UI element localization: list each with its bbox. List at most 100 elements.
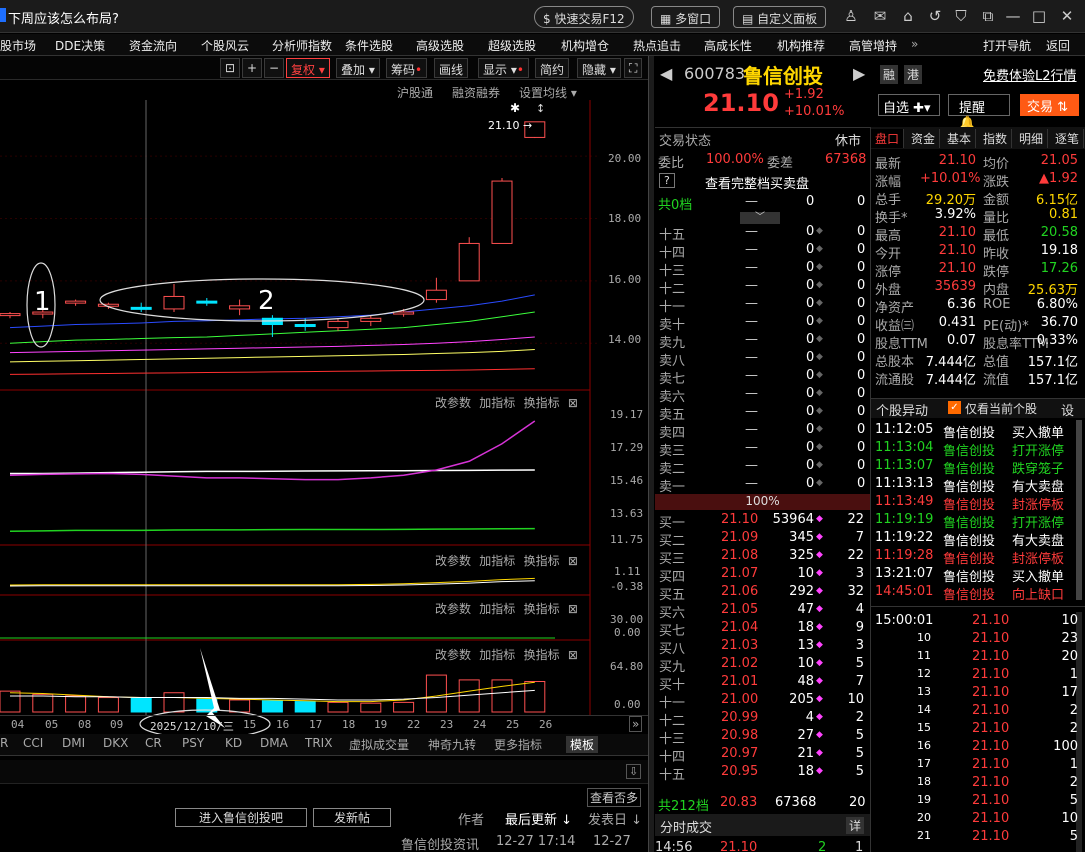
download-icon[interactable]: ⇩	[626, 764, 642, 779]
trade-button[interactable]: 交易 ⇅	[1020, 94, 1079, 116]
enter-bar-button[interactable]: 进入鲁信创投吧	[175, 808, 307, 827]
ind-tab[interactable]: KD	[225, 736, 242, 750]
menu-item[interactable]: DDE决策	[55, 37, 105, 54]
quote-tab[interactable]: 逐笔	[1051, 129, 1085, 148]
fuquan-button[interactable]: 复权 ▾	[286, 58, 330, 78]
menu-item[interactable]: 高级选股	[416, 37, 464, 54]
news-title[interactable]: 鲁信创投资讯	[401, 834, 479, 852]
ind-tab[interactable]: CR	[145, 736, 162, 750]
display-button[interactable]: 显示 ▾•	[478, 58, 529, 78]
close-icon[interactable]: ⊠	[568, 396, 578, 410]
home-icon[interactable]: ⌂	[899, 7, 917, 25]
zoom-out-icon[interactable]: −	[264, 58, 285, 78]
switch-indicator-link[interactable]: 换指标	[524, 396, 560, 410]
event-stock[interactable]: 鲁信创投	[943, 566, 995, 585]
fenshi-detail-button[interactable]: 详	[846, 817, 865, 834]
switch-indicator-link[interactable]: 换指标	[524, 602, 560, 616]
refresh-icon[interactable]: ↺	[926, 7, 944, 25]
add-indicator-link[interactable]: 加指标	[479, 602, 515, 616]
event-stock[interactable]: 鲁信创投	[943, 422, 995, 441]
ind-tab[interactable]: TRIX	[305, 736, 332, 750]
user-icon[interactable]: ♙	[842, 7, 860, 25]
add-indicator-link[interactable]: 加指标	[479, 648, 515, 662]
menu-item[interactable]: 热点追击	[633, 37, 681, 54]
multi-window-button[interactable]: ▦ 多窗口	[651, 6, 721, 28]
next-stock-icon[interactable]: ▶	[853, 64, 865, 83]
quote-tab[interactable]: 盘口	[871, 129, 905, 148]
menu-item[interactable]: 机构增仓	[561, 37, 609, 54]
chouma-button[interactable]: 筹码•	[386, 58, 428, 78]
shirt-icon[interactable]: ⛉	[952, 7, 970, 25]
menu-item[interactable]: 条件选股	[345, 37, 393, 54]
ind-tab[interactable]: R	[0, 736, 8, 750]
event-stock[interactable]: 鲁信创投	[943, 458, 995, 477]
open-nav-button[interactable]: 打开导航	[983, 37, 1031, 54]
menu-item[interactable]: 分析师指数	[272, 37, 332, 54]
close-icon[interactable]: ⊠	[568, 554, 578, 568]
hgt-link[interactable]: 沪股通	[397, 84, 433, 101]
ind-tab[interactable]: CCI	[23, 736, 43, 750]
close-icon[interactable]: ⊠	[568, 602, 578, 616]
maximize-icon[interactable]: □	[1030, 7, 1048, 25]
hide-button[interactable]: 隐藏 ▾	[577, 58, 621, 78]
close-icon[interactable]: ✕	[1058, 7, 1076, 25]
change-params-link[interactable]: 改参数	[435, 396, 471, 410]
restore-icon[interactable]: ⧉	[979, 7, 997, 25]
minimize-icon[interactable]: —	[1004, 7, 1022, 25]
close-icon[interactable]: ⊠	[568, 648, 578, 662]
view-more-button[interactable]: 查看否多	[587, 788, 642, 807]
lock-icon[interactable]: ⊡	[220, 58, 241, 78]
template-tab[interactable]: 模板	[566, 736, 599, 753]
help-icon[interactable]: ?	[659, 173, 675, 188]
ind-tab[interactable]: DMI	[62, 736, 85, 750]
menu-item[interactable]: 高管增持	[849, 37, 897, 54]
quote-tab[interactable]: 明细	[1015, 129, 1049, 148]
expand-icon[interactable]: ﹀	[740, 212, 780, 224]
quote-tab[interactable]: 基本	[943, 129, 977, 148]
prev-stock-icon[interactable]: ◀	[660, 64, 672, 83]
menu-item[interactable]: 超级选股	[488, 37, 536, 54]
only-current-checkbox[interactable]: ✓	[948, 401, 961, 414]
add-indicator-link[interactable]: 加指标	[479, 554, 515, 568]
event-stock[interactable]: 鲁信创投	[943, 476, 995, 495]
event-stock[interactable]: 鲁信创投	[943, 548, 995, 567]
author-header[interactable]: 作者	[458, 809, 484, 828]
quote-tab[interactable]: 资金	[907, 129, 941, 148]
ind-tab[interactable]: DMA	[260, 736, 288, 750]
mail-icon[interactable]: ✉	[871, 7, 889, 25]
event-stock[interactable]: 鲁信创投	[943, 494, 995, 513]
zoom-in-icon[interactable]: +	[242, 58, 263, 78]
switch-indicator-link[interactable]: 换指标	[524, 648, 560, 662]
menu-item[interactable]: 股市场	[0, 37, 36, 54]
event-stock[interactable]: 鲁信创投	[943, 512, 995, 531]
change-params-link[interactable]: 改参数	[435, 602, 471, 616]
menu-item[interactable]: 高成长性	[704, 37, 752, 54]
full-book-link[interactable]: 查看完整档买卖盘	[705, 173, 809, 192]
quote-tab[interactable]: 指数	[979, 129, 1013, 148]
zixuan-button[interactable]: 自选 ✚▾	[878, 94, 940, 116]
menu-item[interactable]: 资金流向	[129, 37, 177, 54]
latest-update-header[interactable]: 最后更新 ↓	[505, 809, 572, 828]
new-post-button[interactable]: 发新帖	[313, 808, 391, 827]
add-indicator-link[interactable]: 加指标	[479, 396, 515, 410]
ind-tab[interactable]: 更多指标	[494, 736, 542, 753]
ind-tab[interactable]: 虚拟成交量	[349, 736, 409, 753]
scroll-right-icon[interactable]: »	[629, 716, 643, 732]
overlay-button[interactable]: 叠加 ▾	[336, 58, 380, 78]
ind-tab[interactable]: 神奇九转	[428, 736, 476, 753]
yidong-settings-button[interactable]: 设	[1061, 400, 1074, 419]
fullscreen-icon[interactable]: ⛶	[624, 58, 643, 78]
panel-splitter[interactable]	[648, 56, 654, 852]
ind-tab[interactable]: DKX	[103, 736, 128, 750]
switch-indicator-link[interactable]: 换指标	[524, 554, 560, 568]
l2-link[interactable]: 免费体验L2行情	[983, 65, 1077, 84]
draw-line-button[interactable]: 画线	[434, 58, 469, 78]
change-params-link[interactable]: 改参数	[435, 648, 471, 662]
publish-date-header[interactable]: 发表日 ↓	[588, 809, 642, 828]
ind-tab[interactable]: PSY	[182, 736, 204, 750]
menu-item[interactable]: 个股风云	[201, 37, 249, 54]
menu-more[interactable]: »	[911, 37, 918, 51]
rzrq-link[interactable]: 融资融券	[452, 84, 500, 101]
event-stock[interactable]: 鲁信创投	[943, 440, 995, 459]
simple-button[interactable]: 简约	[535, 58, 570, 78]
